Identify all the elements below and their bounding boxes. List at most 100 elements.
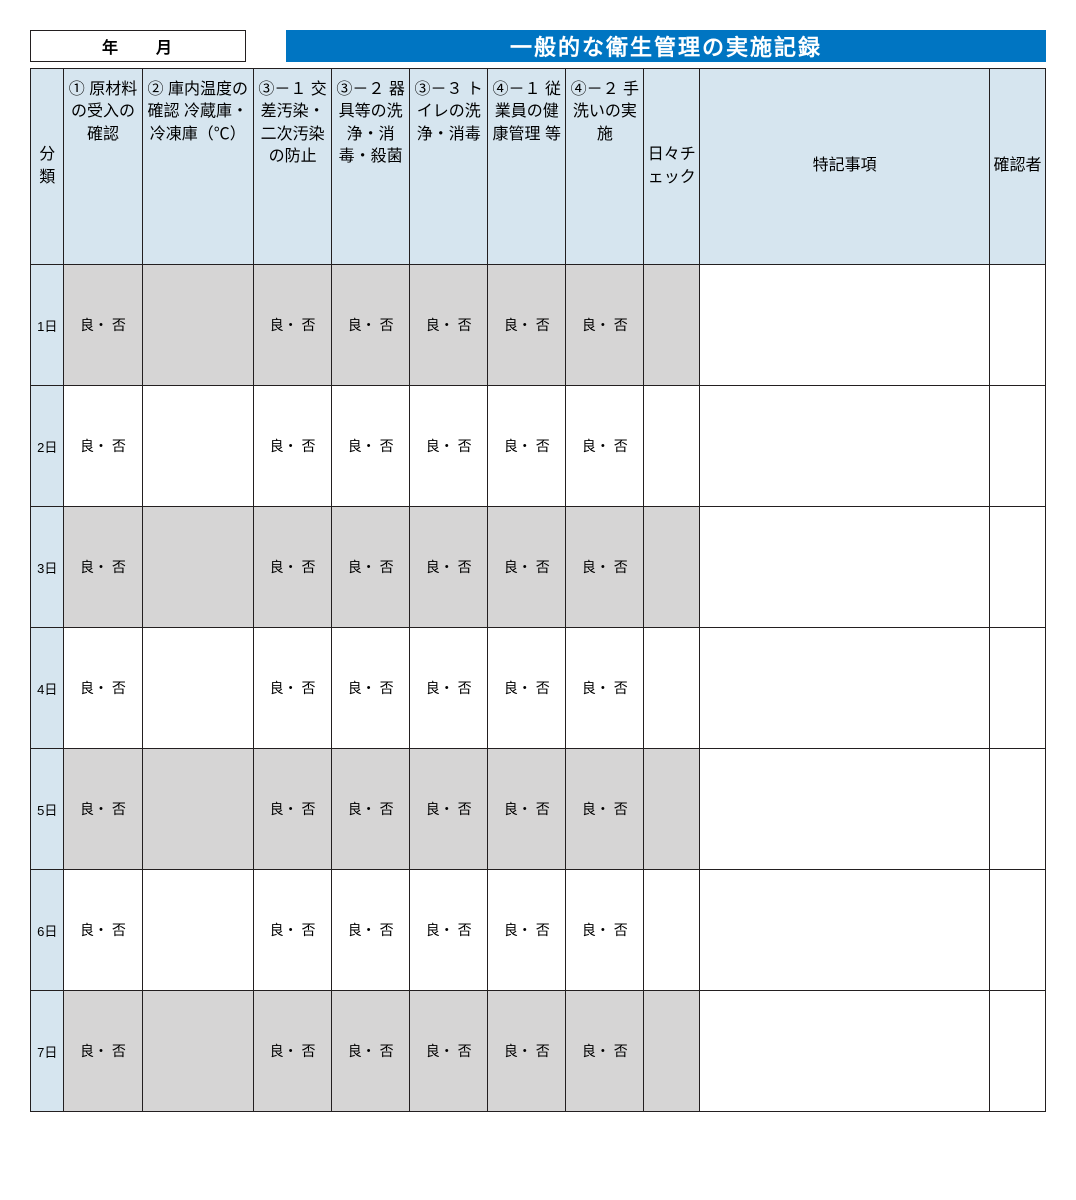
cell-daily-check[interactable] xyxy=(644,265,700,386)
cell-c4-1[interactable]: 良・ 否 xyxy=(488,991,566,1112)
cell-c1[interactable]: 良・ 否 xyxy=(64,870,142,991)
col-notes: 特記事項 xyxy=(700,69,990,265)
day-label: 7日 xyxy=(31,991,64,1112)
cell-notes[interactable] xyxy=(700,386,990,507)
year-month-label: 年 月 xyxy=(102,34,174,58)
cell-c1[interactable]: 良・ 否 xyxy=(64,265,142,386)
cell-confirmer[interactable] xyxy=(990,507,1046,628)
cell-notes[interactable] xyxy=(700,507,990,628)
hygiene-record-table: 分類 ① 原材料の受入の確認 ② 庫内温度の確認 冷蔵庫・冷凍庫（℃） ③－１ … xyxy=(30,68,1046,1112)
col-c1: ① 原材料の受入の確認 xyxy=(64,69,142,265)
cell-daily-check[interactable] xyxy=(644,749,700,870)
cell-c2[interactable] xyxy=(142,749,254,870)
day-label: 1日 xyxy=(31,265,64,386)
day-label: 2日 xyxy=(31,386,64,507)
cell-c1[interactable]: 良・ 否 xyxy=(64,628,142,749)
cell-c1[interactable]: 良・ 否 xyxy=(64,749,142,870)
cell-c3-3[interactable]: 良・ 否 xyxy=(410,749,488,870)
cell-c3-1[interactable]: 良・ 否 xyxy=(254,386,332,507)
cell-daily-check[interactable] xyxy=(644,507,700,628)
cell-c4-2[interactable]: 良・ 否 xyxy=(566,507,644,628)
cell-c3-2[interactable]: 良・ 否 xyxy=(332,386,410,507)
cell-confirmer[interactable] xyxy=(990,870,1046,991)
cell-c4-2[interactable]: 良・ 否 xyxy=(566,386,644,507)
cell-daily-check[interactable] xyxy=(644,628,700,749)
cell-c3-2[interactable]: 良・ 否 xyxy=(332,749,410,870)
cell-c3-3[interactable]: 良・ 否 xyxy=(410,507,488,628)
cell-c4-2[interactable]: 良・ 否 xyxy=(566,870,644,991)
cell-notes[interactable] xyxy=(700,265,990,386)
header-row: 分類 ① 原材料の受入の確認 ② 庫内温度の確認 冷蔵庫・冷凍庫（℃） ③－１ … xyxy=(31,69,1046,265)
day-label: 6日 xyxy=(31,870,64,991)
cell-confirmer[interactable] xyxy=(990,265,1046,386)
cell-c2[interactable] xyxy=(142,870,254,991)
cell-c4-1[interactable]: 良・ 否 xyxy=(488,386,566,507)
table-row: 4日良・ 否良・ 否良・ 否良・ 否良・ 否良・ 否 xyxy=(31,628,1046,749)
cell-c3-2[interactable]: 良・ 否 xyxy=(332,628,410,749)
cell-c4-1[interactable]: 良・ 否 xyxy=(488,507,566,628)
cell-c3-1[interactable]: 良・ 否 xyxy=(254,265,332,386)
table-row: 6日良・ 否良・ 否良・ 否良・ 否良・ 否良・ 否 xyxy=(31,870,1046,991)
cell-c4-2[interactable]: 良・ 否 xyxy=(566,749,644,870)
cell-confirmer[interactable] xyxy=(990,991,1046,1112)
table-row: 2日良・ 否良・ 否良・ 否良・ 否良・ 否良・ 否 xyxy=(31,386,1046,507)
cell-c3-3[interactable]: 良・ 否 xyxy=(410,265,488,386)
cell-c3-3[interactable]: 良・ 否 xyxy=(410,628,488,749)
col-category: 分類 xyxy=(31,69,64,265)
cell-daily-check[interactable] xyxy=(644,870,700,991)
cell-c3-3[interactable]: 良・ 否 xyxy=(410,386,488,507)
cell-c4-2[interactable]: 良・ 否 xyxy=(566,991,644,1112)
title-bar: 一般的な衛生管理の実施記録 xyxy=(286,30,1046,62)
cell-notes[interactable] xyxy=(700,991,990,1112)
cell-notes[interactable] xyxy=(700,870,990,991)
col-c2: ② 庫内温度の確認 冷蔵庫・冷凍庫（℃） xyxy=(142,69,254,265)
cell-c3-2[interactable]: 良・ 否 xyxy=(332,870,410,991)
cell-c3-2[interactable]: 良・ 否 xyxy=(332,507,410,628)
year-month-box[interactable]: 年 月 xyxy=(30,30,246,62)
cell-c3-1[interactable]: 良・ 否 xyxy=(254,749,332,870)
cell-c4-2[interactable]: 良・ 否 xyxy=(566,628,644,749)
cell-c3-1[interactable]: 良・ 否 xyxy=(254,870,332,991)
cell-c1[interactable]: 良・ 否 xyxy=(64,386,142,507)
cell-c4-1[interactable]: 良・ 否 xyxy=(488,265,566,386)
table-row: 7日良・ 否良・ 否良・ 否良・ 否良・ 否良・ 否 xyxy=(31,991,1046,1112)
cell-c3-1[interactable]: 良・ 否 xyxy=(254,991,332,1112)
cell-daily-check[interactable] xyxy=(644,991,700,1112)
col-confirmer: 確認者 xyxy=(990,69,1046,265)
cell-confirmer[interactable] xyxy=(990,386,1046,507)
cell-daily-check[interactable] xyxy=(644,386,700,507)
cell-c3-1[interactable]: 良・ 否 xyxy=(254,507,332,628)
col-c4-1: ④－１ 従業員の健康管理 等 xyxy=(488,69,566,265)
table-row: 5日良・ 否良・ 否良・ 否良・ 否良・ 否良・ 否 xyxy=(31,749,1046,870)
day-label: 5日 xyxy=(31,749,64,870)
cell-c3-3[interactable]: 良・ 否 xyxy=(410,991,488,1112)
cell-c4-1[interactable]: 良・ 否 xyxy=(488,870,566,991)
cell-c2[interactable] xyxy=(142,628,254,749)
col-c3-1: ③－１ 交差汚染・二次汚染の防止 xyxy=(254,69,332,265)
cell-c4-2[interactable]: 良・ 否 xyxy=(566,265,644,386)
cell-confirmer[interactable] xyxy=(990,749,1046,870)
col-c4-2: ④－２ 手洗いの実施 xyxy=(566,69,644,265)
cell-c1[interactable]: 良・ 否 xyxy=(64,991,142,1112)
cell-c2[interactable] xyxy=(142,507,254,628)
cell-notes[interactable] xyxy=(700,628,990,749)
cell-c3-2[interactable]: 良・ 否 xyxy=(332,991,410,1112)
table-row: 1日良・ 否良・ 否良・ 否良・ 否良・ 否良・ 否 xyxy=(31,265,1046,386)
cell-c3-3[interactable]: 良・ 否 xyxy=(410,870,488,991)
day-label: 3日 xyxy=(31,507,64,628)
cell-c2[interactable] xyxy=(142,386,254,507)
cell-c4-1[interactable]: 良・ 否 xyxy=(488,749,566,870)
table-row: 3日良・ 否良・ 否良・ 否良・ 否良・ 否良・ 否 xyxy=(31,507,1046,628)
cell-c1[interactable]: 良・ 否 xyxy=(64,507,142,628)
cell-c3-2[interactable]: 良・ 否 xyxy=(332,265,410,386)
col-c3-3: ③－３ トイレの洗浄・消毒 xyxy=(410,69,488,265)
cell-c2[interactable] xyxy=(142,265,254,386)
cell-c2[interactable] xyxy=(142,991,254,1112)
cell-notes[interactable] xyxy=(700,749,990,870)
day-label: 4日 xyxy=(31,628,64,749)
cell-c4-1[interactable]: 良・ 否 xyxy=(488,628,566,749)
col-c3-2: ③－２ 器具等の洗浄・消毒・殺菌 xyxy=(332,69,410,265)
cell-confirmer[interactable] xyxy=(990,628,1046,749)
col-daily-check: 日々チェック xyxy=(644,69,700,265)
cell-c3-1[interactable]: 良・ 否 xyxy=(254,628,332,749)
